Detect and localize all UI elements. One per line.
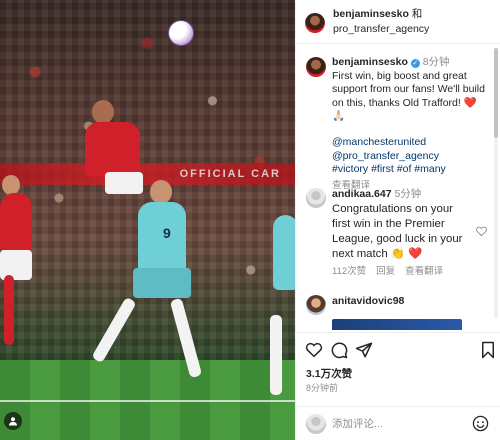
comment-avatar[interactable] xyxy=(306,295,326,315)
comment-image-preview[interactable] xyxy=(332,319,462,330)
header-coauthor[interactable]: pro_transfer_agency xyxy=(333,23,429,35)
bookmark-icon[interactable] xyxy=(479,341,497,359)
caption-hashtags[interactable]: #victory #first #of #many xyxy=(332,163,492,177)
caption-username[interactable]: benjaminsesko xyxy=(332,56,408,68)
post-actions: 3.1万次赞 8分钟前 xyxy=(296,332,500,406)
share-icon[interactable] xyxy=(355,341,373,359)
likes-count[interactable]: 3.1万次赞 xyxy=(306,366,352,381)
post-header: benjaminsesko 和 pro_transfer_agency xyxy=(296,0,500,44)
tagged-users-icon[interactable] xyxy=(4,412,22,430)
header-username[interactable]: benjaminsesko xyxy=(333,8,409,20)
comment-icon[interactable] xyxy=(330,341,348,359)
header-text: benjaminsesko 和 pro_transfer_agency xyxy=(333,7,429,37)
add-comment-bar xyxy=(296,406,500,440)
comment-reply-button[interactable]: 回复 xyxy=(376,265,395,279)
heart-icon[interactable] xyxy=(305,341,323,359)
header-joiner: 和 xyxy=(411,8,423,20)
comment-body: andikaa.647 5分钟 Congratulations on your … xyxy=(332,188,472,278)
author-avatar[interactable] xyxy=(305,13,325,33)
comment-translate-link[interactable]: 查看翻译 xyxy=(405,265,443,279)
comment-username[interactable]: anitavidovic98 xyxy=(332,295,404,307)
comment-item: andikaa.647 5分钟 Congratulations on your … xyxy=(296,188,500,278)
comment-likes[interactable]: 112次赞 xyxy=(332,265,366,279)
comment-body: anitavidovic98 xyxy=(332,295,472,309)
mention-manchesterunited[interactable]: @manchesterunited xyxy=(332,136,492,150)
player-red-left xyxy=(0,175,40,375)
post-photo[interactable]: OFFICIAL CAR 9 xyxy=(0,0,295,440)
pitch-line xyxy=(0,400,295,402)
caption-text: First win, big boost and great support f… xyxy=(332,69,485,123)
caption: benjaminsesko ✓ 8分钟 First win, big boost… xyxy=(332,56,492,192)
emoji-icon[interactable] xyxy=(472,415,489,432)
comment-username[interactable]: andikaa.647 xyxy=(332,188,392,200)
caption-time: 8分钟 xyxy=(422,56,450,68)
comment-avatar[interactable] xyxy=(306,188,326,208)
comment-like-heart-icon[interactable] xyxy=(476,226,487,237)
comment-item: anitavidovic98 xyxy=(296,295,500,330)
verified-icon: ✓ xyxy=(410,59,420,68)
comments-scroll[interactable]: benjaminsesko ✓ 8分钟 First win, big boost… xyxy=(296,45,500,330)
football xyxy=(168,20,194,46)
comment-text: Congratulations on your first win in the… xyxy=(332,202,463,260)
player-teal: 9 xyxy=(91,180,208,400)
mention-pro-transfer-agency[interactable]: @pro_transfer_agency xyxy=(332,150,492,164)
scrollbar-thumb[interactable] xyxy=(494,48,498,138)
comment-meta: 112次赞 回复 查看翻译 xyxy=(332,265,472,279)
add-comment-input[interactable] xyxy=(332,415,462,433)
player-teal-right xyxy=(265,195,295,415)
post-time: 8分钟前 xyxy=(306,383,339,393)
shirt-number: 9 xyxy=(163,225,171,241)
current-user-avatar xyxy=(306,414,326,434)
caption-avatar[interactable] xyxy=(306,57,326,77)
comment-panel: benjaminsesko 和 pro_transfer_agency benj… xyxy=(295,0,500,440)
comment-time: 5分钟 xyxy=(394,188,422,200)
